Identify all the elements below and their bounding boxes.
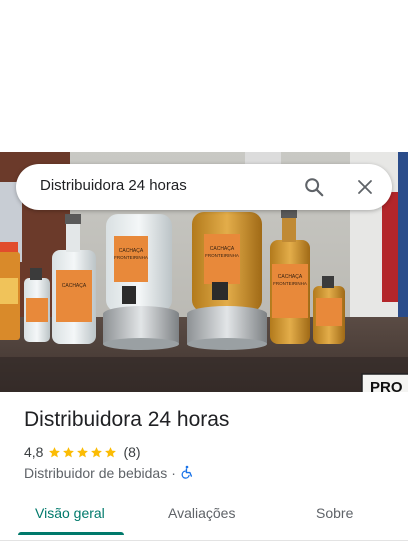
rating-value: 4,8 [24, 444, 44, 460]
bottle-label-text: CACHAÇA [119, 248, 144, 254]
review-count[interactable]: (8) [123, 444, 140, 460]
active-tab-indicator [18, 532, 124, 535]
tab-reviews[interactable]: Avaliações [168, 505, 235, 521]
star-icon [49, 446, 61, 457]
place-category[interactable]: Distribuidor de bebidas [24, 465, 167, 481]
bottle-label-text: CACHAÇA [210, 246, 235, 252]
search-icon[interactable] [299, 172, 329, 202]
bottle-label-text: FRONTEIRINHA [114, 255, 148, 260]
divider [0, 540, 408, 541]
category-row: Distribuidor de bebidas · [24, 464, 194, 482]
star-icon [77, 446, 89, 457]
star-icon [63, 446, 75, 457]
search-input[interactable]: Distribuidora 24 horas [40, 177, 187, 194]
tab-overview[interactable]: Visão geral [35, 505, 105, 521]
wheelchair-icon [180, 465, 194, 482]
star-icon [105, 446, 117, 457]
tab-about[interactable]: Sobre [316, 505, 353, 521]
bottle-label-text: FRONTEIRINHA [205, 253, 239, 258]
sign-text: PRO [370, 379, 403, 392]
place-title: Distribuidora 24 horas [24, 408, 230, 431]
search-bar[interactable]: Distribuidora 24 horas [16, 164, 392, 210]
separator-dot: · [171, 465, 176, 481]
bottle-label-text: CACHAÇA [278, 274, 303, 280]
tab-bar: Visão geral Avaliações Sobre [0, 495, 408, 535]
star-rating [48, 446, 118, 459]
bottle-label-text: CACHAÇA [62, 283, 87, 289]
close-icon[interactable] [350, 172, 380, 202]
star-icon [91, 446, 103, 457]
rating-row[interactable]: 4,8 (8) [24, 443, 141, 461]
bottle-label-text: FRONTEIRINHA [273, 281, 307, 286]
